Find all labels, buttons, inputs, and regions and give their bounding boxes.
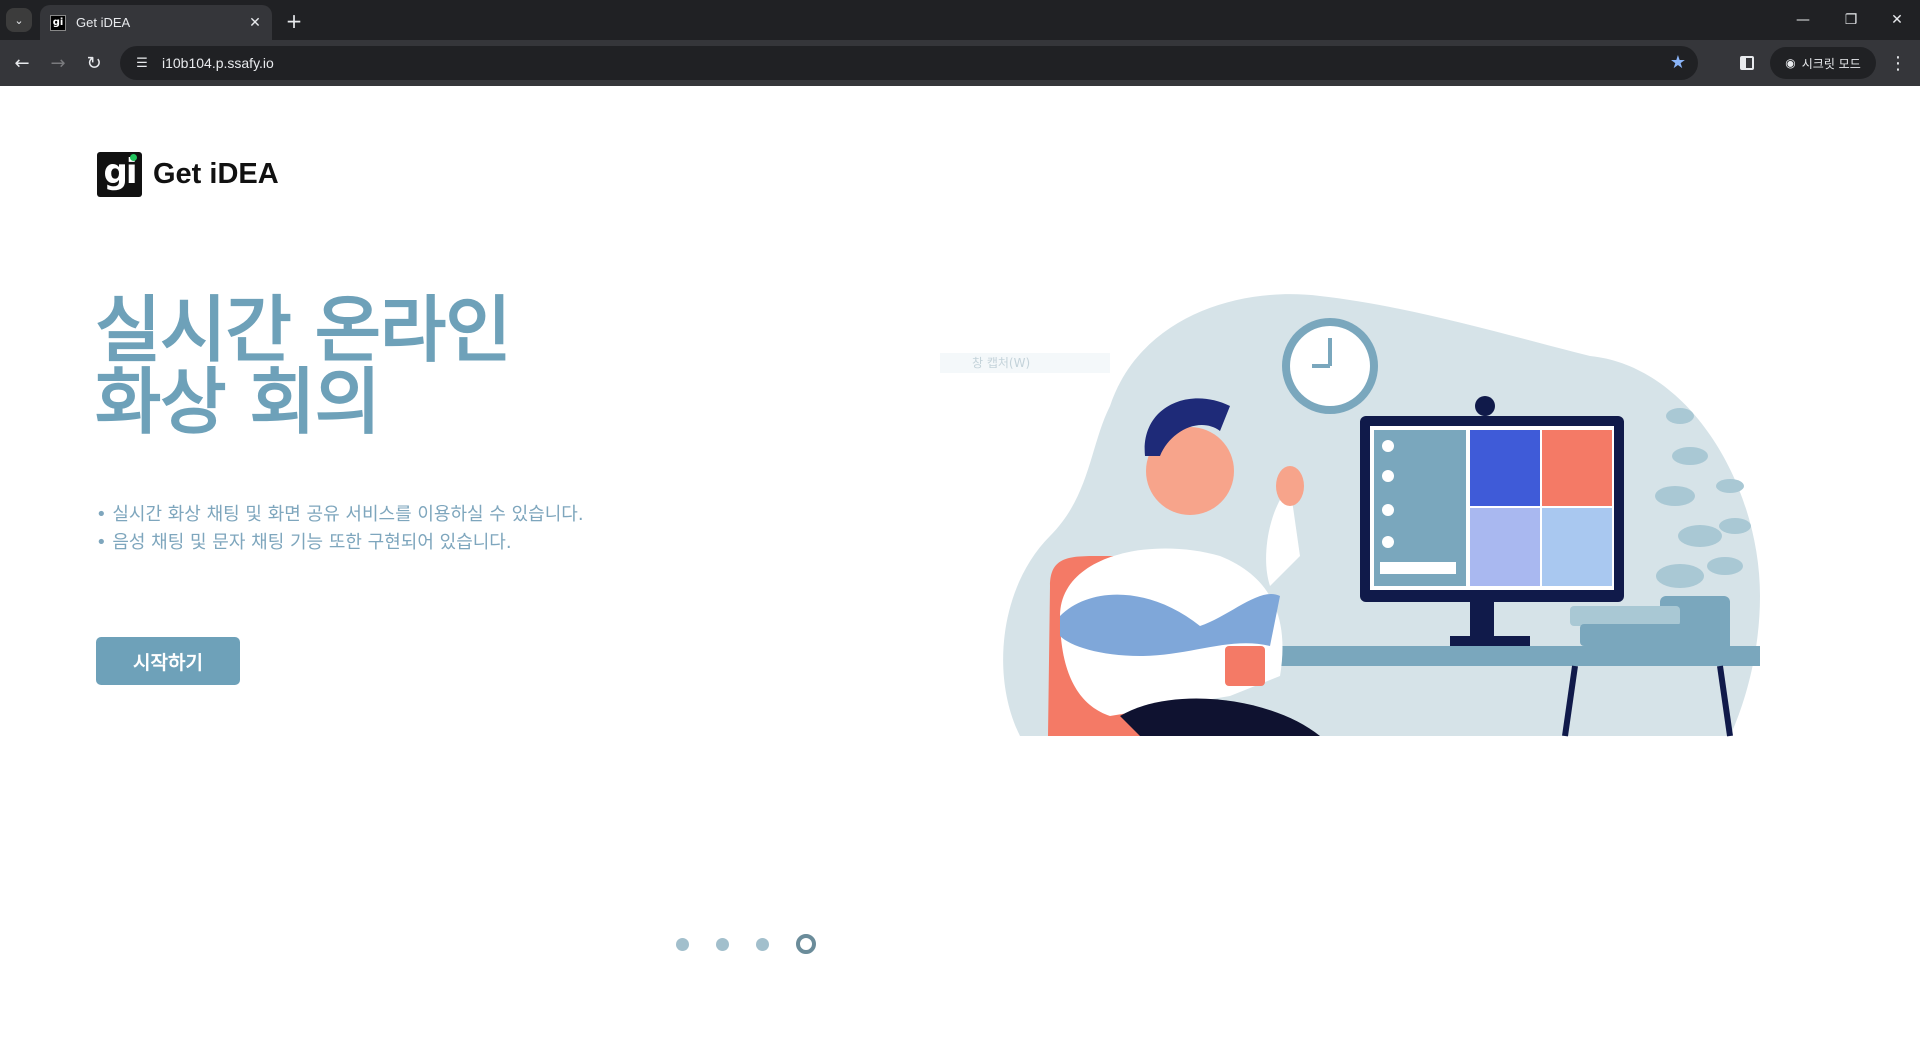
browser-toolbar: ← → ↻ ☰ i10b104.p.ssafy.io ★ ◉ 시크릿 모드 ⋮: [0, 40, 1920, 86]
incognito-label: 시크릿 모드: [1801, 56, 1861, 71]
back-button[interactable]: ←: [10, 51, 34, 75]
arrow-left-icon: ←: [14, 52, 30, 74]
close-window-button[interactable]: ✕: [1882, 8, 1912, 32]
landing-page: gi Get iDEA 실시간 온라인 화상 회의 • 실시간 화상 채팅 및 …: [0, 86, 1920, 1040]
video-conference-illustration: [1003, 294, 1760, 737]
pager-dot-4[interactable]: [796, 934, 816, 954]
chevron-down-icon: ⌄: [14, 13, 24, 27]
reload-icon: ↻: [86, 52, 102, 74]
carousel-pager: [676, 934, 816, 954]
url-text: i10b104.p.ssafy.io: [162, 55, 274, 71]
logo-mark: gi: [97, 152, 142, 197]
address-bar[interactable]: ☰ i10b104.p.ssafy.io ★: [120, 46, 1698, 80]
incognito-indicator[interactable]: ◉ 시크릿 모드: [1770, 47, 1876, 79]
minimize-button[interactable]: —: [1788, 8, 1818, 32]
browser-tab-bar: ⌄ gi Get iDEA ✕ + — ❐ ✕: [0, 0, 1920, 40]
start-button[interactable]: 시작하기: [96, 637, 240, 685]
feature-item-1: • 실시간 화상 채팅 및 화면 공유 서비스를 이용하실 수 있습니다.: [96, 504, 584, 525]
pager-dot-2[interactable]: [716, 937, 729, 951]
forward-button[interactable]: →: [46, 51, 70, 75]
browser-tab[interactable]: gi Get iDEA ✕: [40, 5, 272, 40]
side-panel-button[interactable]: [1735, 51, 1759, 75]
logo-dot: [130, 154, 137, 161]
pager-dot-1[interactable]: [676, 937, 689, 951]
logo-text: Get iDEA: [153, 158, 279, 190]
pager-dot-3[interactable]: [756, 937, 769, 951]
site-info-icon[interactable]: ☰: [132, 53, 152, 73]
hero-headline: 실시간 온라인 화상 회의: [95, 288, 512, 444]
clock-icon: [1282, 318, 1378, 414]
tab-close-button[interactable]: ✕: [246, 14, 264, 32]
favicon: gi: [50, 14, 66, 31]
side-panel-icon: [1740, 56, 1754, 70]
headline-line-1: 실시간 온라인: [95, 288, 512, 372]
bookmark-star-icon[interactable]: ★: [1670, 52, 1686, 73]
new-tab-button[interactable]: +: [282, 9, 306, 33]
feature-list: • 실시간 화상 채팅 및 화면 공유 서비스를 이용하실 수 있습니다. • …: [96, 501, 584, 557]
site-logo[interactable]: gi Get iDEA: [97, 152, 279, 197]
arrow-right-icon: →: [50, 52, 66, 74]
more-vertical-icon: ⋮: [1889, 52, 1907, 74]
desk: [1260, 646, 1760, 666]
feature-item-2: • 음성 채팅 및 문자 채팅 기능 또한 구현되어 있습니다.: [96, 532, 512, 553]
headline-line-2: 화상 회의: [95, 360, 381, 444]
tab-title: Get iDEA: [76, 15, 131, 30]
browser-menu-button[interactable]: ⋮: [1886, 51, 1910, 75]
reload-button[interactable]: ↻: [82, 51, 106, 75]
tab-search-button[interactable]: ⌄: [6, 8, 32, 32]
incognito-icon: ◉: [1785, 56, 1796, 70]
restore-button[interactable]: ❐: [1836, 8, 1866, 32]
